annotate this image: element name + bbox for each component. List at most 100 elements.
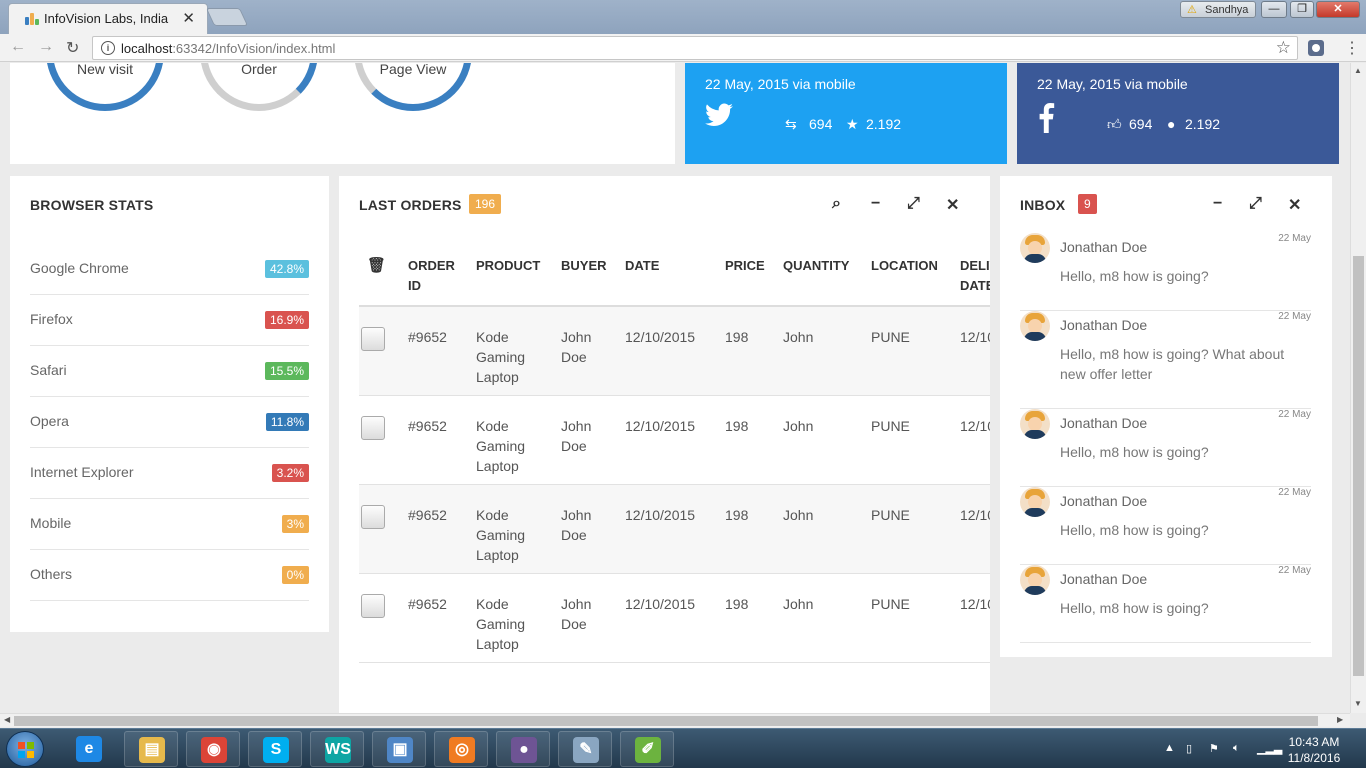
extension-icon[interactable] — [1308, 40, 1324, 56]
search-icon[interactable]: ⌕ — [832, 195, 841, 213]
scroll-right-icon[interactable]: ▶ — [1337, 715, 1343, 724]
inbox-expand-icon[interactable]: ⤢ — [1249, 195, 1262, 213]
product-cell-line: Laptop — [476, 547, 519, 563]
row-checkbox[interactable] — [361, 416, 385, 440]
taskbar-screen-capture-button[interactable]: ◎ — [434, 731, 488, 767]
buyer-cell-line: John — [561, 329, 592, 345]
table-row[interactable]: #9652 Kode Gaming Laptop John Doe 12/10/2015 19… — [359, 485, 990, 574]
skype-icon: S — [263, 737, 289, 763]
minimize-panel-icon[interactable]: − — [871, 195, 880, 213]
inbox-message[interactable]: Jonathan Doe 22 May Hello, m8 how is going… — [1020, 233, 1311, 311]
info-icon[interactable]: i — [101, 41, 115, 55]
back-arrow-icon[interactable]: ← — [10, 38, 26, 56]
header-price: PRICE — [725, 258, 765, 273]
tab-title: InfoVision Labs, India — [44, 11, 169, 26]
message-preview: Hello, m8 how is going? What about new o… — [1060, 346, 1285, 382]
inbox-message[interactable]: Jonathan Doe 22 May Hello, m8 how is going… — [1020, 409, 1311, 487]
taskbar-notepad-plus-button[interactable]: ✐ — [620, 731, 674, 767]
browser-stat-name: Others — [30, 566, 73, 582]
new-tab-button[interactable] — [205, 8, 249, 26]
scroll-left-icon[interactable]: ◀ — [4, 715, 10, 724]
network-signal-icon[interactable]: ▁▂▃ — [1257, 742, 1282, 755]
horizontal-scrollbar[interactable]: ◀ ▶ — [0, 713, 1350, 727]
start-button[interactable] — [6, 731, 44, 767]
maximize-button[interactable]: ❐ — [1290, 1, 1314, 18]
taskbar-chrome-button[interactable]: ◉ — [186, 731, 240, 767]
tray-expand-icon[interactable]: ▲ — [1164, 742, 1175, 754]
product-cell-line: Kode — [476, 418, 509, 434]
window-close-button[interactable]: ✕ — [1316, 1, 1360, 18]
avatar-face — [1028, 241, 1042, 255]
vertical-scroll-thumb[interactable] — [1353, 256, 1364, 676]
browser-stats-panel: BROWSER STATS Google Chrome 42.8% Firefox 1… — [10, 176, 329, 632]
inbox-message[interactable]: Jonathan Doe 22 May Hello, m8 how is going… — [1020, 565, 1311, 643]
volume-icon[interactable]: 🔈︎ — [1233, 742, 1240, 755]
profile-button[interactable]: ⚠ Sandhya — [1180, 1, 1256, 18]
browser-stat-badge: 0% — [281, 566, 309, 584]
taskbar-internet-explorer-button[interactable]: e — [62, 731, 116, 767]
row-checkbox[interactable] — [361, 594, 385, 618]
orders-table: 🗑︎ ORDER ID PRODUCT BUYER DATE PRICE QUAN… — [359, 236, 990, 706]
header-product: PRODUCT — [476, 258, 541, 273]
header-order-id: ORDER ID — [408, 256, 455, 296]
inbox-title: INBOX — [1020, 197, 1066, 213]
row-checkbox[interactable] — [361, 327, 385, 351]
minimize-button[interactable]: — — [1261, 1, 1287, 18]
quantity-cell: John — [783, 418, 814, 434]
header-order-id-line2: ID — [408, 278, 421, 293]
taskbar-skype-button[interactable]: S — [248, 731, 302, 767]
header-location: LOCATION — [871, 258, 938, 273]
browser-stat-row[interactable]: Opera 11.8% — [30, 397, 309, 448]
bookmark-star-icon[interactable]: ☆ — [1276, 38, 1291, 58]
system-clock[interactable]: 10:43 AM 11/8/2016 — [1284, 734, 1344, 766]
inbox-message[interactable]: Jonathan Doe 22 May Hello, m8 how is going… — [1020, 311, 1311, 409]
battery-icon[interactable]: ▯ — [1186, 742, 1192, 755]
delete-trash-icon[interactable]: 🗑︎ — [367, 256, 386, 276]
address-bar[interactable]: i localhost:63342/InfoVision/index.html … — [92, 36, 1298, 60]
browser-stat-row[interactable]: Others 0% — [30, 550, 309, 601]
taskbar-paint-button[interactable]: ✎ — [558, 731, 612, 767]
product-cell: Kode Gaming Laptop — [476, 594, 525, 654]
taskbar-webstorm-button[interactable]: WS — [310, 731, 364, 767]
inbox-close-icon[interactable]: ✕ — [1288, 195, 1301, 215]
forward-arrow-icon[interactable]: → — [38, 38, 54, 56]
browser-stat-row[interactable]: Internet Explorer 3.2% — [30, 448, 309, 499]
buyer-cell: John Doe — [561, 416, 591, 456]
taskbar-github-button[interactable]: ● — [496, 731, 550, 767]
browser-tab[interactable]: InfoVision Labs, India ✕ — [8, 3, 208, 34]
message-sender: Jonathan Doe — [1060, 239, 1148, 255]
browser-stat-row[interactable]: Firefox 16.9% — [30, 295, 309, 346]
browser-stat-row[interactable]: Safari 15.5% — [30, 346, 309, 397]
facebook-card: 22 May, 2015 via mobile 👍︎ 694 ● 2.192 — [1017, 63, 1339, 164]
twitter-bird-icon — [705, 103, 733, 126]
table-row[interactable]: #9652 Kode Gaming Laptop John Doe 12/10/2015 19… — [359, 396, 990, 485]
notepad-plus-icon: ✐ — [635, 737, 661, 763]
menu-icon[interactable]: ⋮ — [1344, 38, 1360, 58]
buyer-cell-line: Doe — [561, 616, 587, 632]
delivery-date-cell: 12/10/2015 — [960, 329, 990, 345]
tab-close-icon[interactable]: ✕ — [182, 9, 195, 27]
taskbar-photo-viewer-button[interactable]: ▣ — [372, 731, 426, 767]
header-date: DATE — [625, 258, 660, 273]
table-row[interactable]: #9652 Kode Gaming Laptop John Doe 12/10/2015 19… — [359, 307, 990, 396]
browser-stat-name: Google Chrome — [30, 260, 129, 276]
reload-icon[interactable]: ↻ — [66, 38, 79, 58]
url-path: :63342/InfoVision/index.html — [172, 41, 336, 56]
scroll-down-icon[interactable]: ▼ — [1354, 699, 1362, 708]
browser-stat-row[interactable]: Mobile 3% — [30, 499, 309, 550]
browser-stat-row[interactable]: Google Chrome 42.8% — [30, 244, 309, 295]
taskbar-file-explorer-button[interactable]: ▤ — [124, 731, 178, 767]
table-row[interactable]: #9652 Kode Gaming Laptop John Doe 12/10/2015 19… — [359, 574, 990, 663]
avatar-suit — [1024, 508, 1046, 517]
vertical-scrollbar[interactable]: ▲ ▼ — [1350, 63, 1366, 713]
inbox-message[interactable]: Jonathan Doe 22 May Hello, m8 how is going… — [1020, 487, 1311, 565]
expand-icon[interactable]: ⤢ — [907, 195, 920, 213]
scroll-up-icon[interactable]: ▲ — [1354, 66, 1362, 75]
inbox-minimize-icon[interactable]: − — [1213, 195, 1222, 213]
row-checkbox[interactable] — [361, 505, 385, 529]
browser-stat-badge: 15.5% — [264, 362, 309, 380]
close-panel-icon[interactable]: ✕ — [946, 195, 959, 215]
action-center-flag-icon[interactable]: ⚑ — [1209, 742, 1219, 755]
horizontal-scroll-thumb[interactable] — [14, 716, 1318, 726]
retweet-icon: ⇆ — [785, 116, 797, 132]
